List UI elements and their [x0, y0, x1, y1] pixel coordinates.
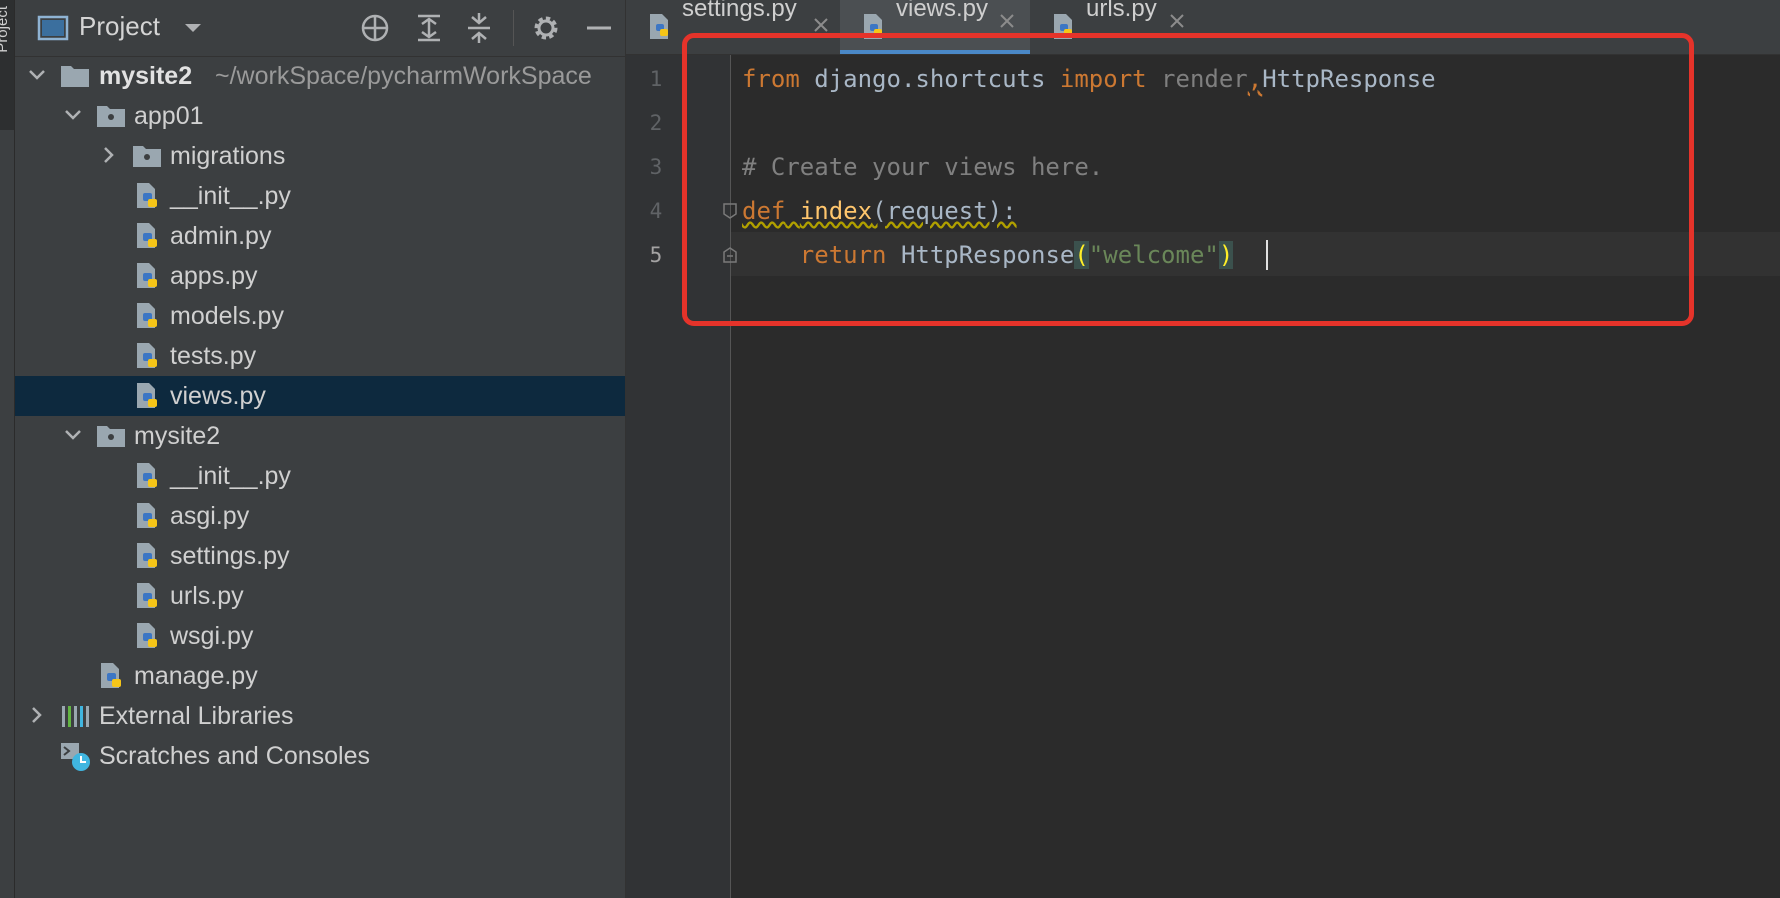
chevron-down-icon[interactable] — [61, 423, 85, 447]
python-file-icon — [137, 303, 157, 328]
tree-item-label: tests.py — [170, 342, 257, 370]
collapse-all-icon[interactable] — [461, 10, 497, 46]
chevron-right-icon[interactable] — [97, 143, 121, 167]
tab-label: settings.py — [682, 0, 797, 22]
tree-item-init[interactable]: __init__.py — [15, 176, 625, 216]
tree-item-models[interactable]: models.py — [15, 296, 625, 336]
tree-item-admin[interactable]: admin.py — [15, 216, 625, 256]
tree-item-label: apps.py — [170, 262, 258, 290]
tree-item-asgi[interactable]: asgi.py — [15, 496, 625, 536]
tree-item-label: mysite2 — [99, 62, 193, 90]
tab-label: views.py — [896, 0, 989, 22]
project-tool-tab-label: Project — [0, 6, 11, 53]
tree-item-label: admin.py — [170, 222, 272, 250]
tree-item-wsgi[interactable]: wsgi.py — [15, 616, 625, 656]
python-file-icon — [137, 503, 157, 528]
folder-icon — [133, 146, 161, 167]
tree-item-mysite2-package[interactable]: mysite2 — [15, 416, 625, 456]
library-icon — [62, 706, 89, 727]
tree-item-manage[interactable]: manage.py — [15, 656, 625, 696]
chevron-down-icon[interactable] — [25, 63, 49, 87]
minimize-icon[interactable] — [581, 10, 617, 46]
python-file-icon — [137, 543, 157, 568]
scratches-icon — [61, 743, 90, 771]
line-number: 1 — [649, 67, 663, 91]
project-panel-header: Project — [15, 0, 625, 57]
close-icon[interactable] — [998, 12, 1016, 30]
folder-icon — [61, 66, 89, 87]
chevron-right-icon[interactable] — [25, 703, 49, 727]
tree-item-label: mysite2 — [134, 422, 221, 450]
project-panel: Project mysite2 ~/workSpace/pycharmWorkS… — [15, 0, 626, 898]
python-file-icon — [650, 14, 668, 39]
close-icon[interactable] — [1168, 12, 1186, 30]
python-file-icon — [137, 343, 157, 368]
tree-item-label: settings.py — [170, 542, 290, 570]
line-number: 3 — [649, 155, 663, 179]
tree-item-migrations[interactable]: migrations — [15, 136, 625, 176]
tree-item-label: models.py — [170, 302, 284, 330]
chevron-down-icon[interactable] — [175, 10, 211, 46]
line-number: 5 — [649, 243, 663, 267]
header-divider — [513, 10, 514, 46]
tree-item-urls[interactable]: urls.py — [15, 576, 625, 616]
gear-icon[interactable] — [528, 10, 564, 46]
tree-item-settings[interactable]: settings.py — [15, 536, 625, 576]
tree-item-label: manage.py — [134, 662, 258, 690]
tree-item-label: views.py — [170, 382, 266, 410]
tree-item-label: asgi.py — [170, 502, 250, 530]
project-tool-tab[interactable]: Project — [0, 0, 14, 130]
python-file-icon — [101, 663, 121, 688]
python-file-icon — [137, 223, 157, 248]
tree-item-path: ~/workSpace/pycharmWorkSpace — [215, 62, 592, 90]
tree-item-app01[interactable]: app01 — [15, 96, 625, 136]
tab-label: urls.py — [1086, 0, 1157, 22]
python-file-icon — [137, 463, 157, 488]
python-file-icon — [137, 263, 157, 288]
project-view-icon — [37, 15, 69, 41]
tree-item-views[interactable]: views.py — [15, 376, 625, 416]
tree-item-external-libraries[interactable]: External Libraries — [15, 696, 625, 736]
tree-item-tests[interactable]: tests.py — [15, 336, 625, 376]
tree-item-label: migrations — [170, 142, 286, 170]
locate-icon[interactable] — [357, 10, 393, 46]
tree-item-label: urls.py — [170, 582, 244, 610]
python-file-icon — [137, 183, 157, 208]
chevron-down-icon[interactable] — [61, 103, 85, 127]
tree-item-apps[interactable]: apps.py — [15, 256, 625, 296]
python-file-icon — [137, 583, 157, 608]
tree-item-label: Scratches and Consoles — [99, 742, 370, 770]
python-file-icon — [137, 383, 157, 408]
tool-window-strip: Project — [0, 0, 15, 898]
python-file-icon — [137, 623, 157, 648]
line-number: 4 — [649, 199, 663, 223]
project-panel-title[interactable]: Project — [79, 11, 160, 42]
tree-item-init[interactable]: __init__.py — [15, 456, 625, 496]
annotation-highlight-box — [682, 33, 1694, 326]
folder-icon — [97, 426, 125, 447]
tree-item-label: __init__.py — [170, 182, 291, 210]
tree-item-label: External Libraries — [99, 702, 294, 730]
tree-item-label: app01 — [134, 102, 204, 130]
tree-item-scratches[interactable]: Scratches and Consoles — [15, 736, 625, 776]
expand-all-icon[interactable] — [411, 10, 447, 46]
close-icon[interactable] — [812, 16, 830, 34]
line-number: 2 — [649, 111, 663, 135]
tree-item-label: __init__.py — [170, 462, 291, 490]
tree-item-label: wsgi.py — [170, 622, 254, 650]
folder-icon — [97, 106, 125, 127]
tree-item-root[interactable]: mysite2 ~/workSpace/pycharmWorkSpace — [15, 56, 625, 96]
